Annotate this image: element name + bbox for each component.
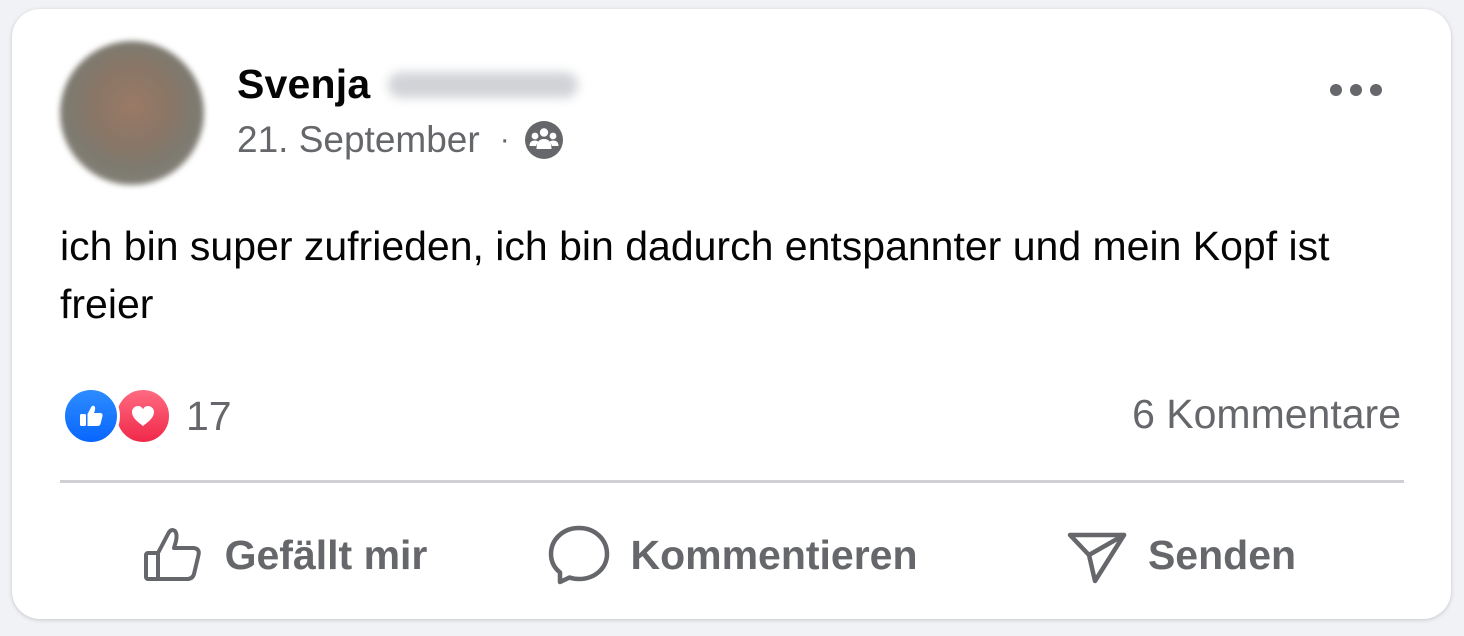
love-reaction-icon xyxy=(114,387,172,445)
like-button[interactable]: Gefällt mir xyxy=(60,509,508,601)
more-dots-icon xyxy=(1330,84,1382,96)
author-name[interactable]: Svenja xyxy=(237,61,370,108)
comments-count-link[interactable]: 6 Kommentare xyxy=(1132,391,1401,438)
more-options-button[interactable] xyxy=(1318,65,1394,115)
action-bar: Gefällt mir Kommentieren Senden xyxy=(60,509,1404,601)
send-arrow-icon xyxy=(1067,532,1127,584)
comment-button[interactable]: Kommentieren xyxy=(508,509,956,601)
post-card: Svenja 21. September · ich bin super zuf… xyxy=(12,9,1451,619)
comment-bubble-icon xyxy=(549,525,610,585)
reaction-count: 17 xyxy=(186,392,232,439)
post-meta: 21. September · xyxy=(237,119,564,161)
post-date[interactable]: 21. September xyxy=(237,119,480,161)
like-label: Gefällt mir xyxy=(224,531,428,578)
reactions-summary[interactable]: 17 xyxy=(62,387,232,445)
send-label: Senden xyxy=(1147,531,1297,578)
author-row: Svenja xyxy=(237,61,579,108)
send-button[interactable]: Senden xyxy=(956,509,1404,601)
meta-separator: · xyxy=(499,123,510,156)
friends-group-icon[interactable] xyxy=(524,120,564,160)
divider xyxy=(60,480,1404,483)
post-text: ich bin super zufrieden, ich bin dadurch… xyxy=(60,223,1330,327)
like-reaction-icon xyxy=(62,387,120,445)
comment-label: Kommentieren xyxy=(630,531,918,578)
avatar[interactable] xyxy=(60,41,204,185)
redacted-surname xyxy=(388,71,579,98)
thumbs-up-icon xyxy=(143,528,201,581)
